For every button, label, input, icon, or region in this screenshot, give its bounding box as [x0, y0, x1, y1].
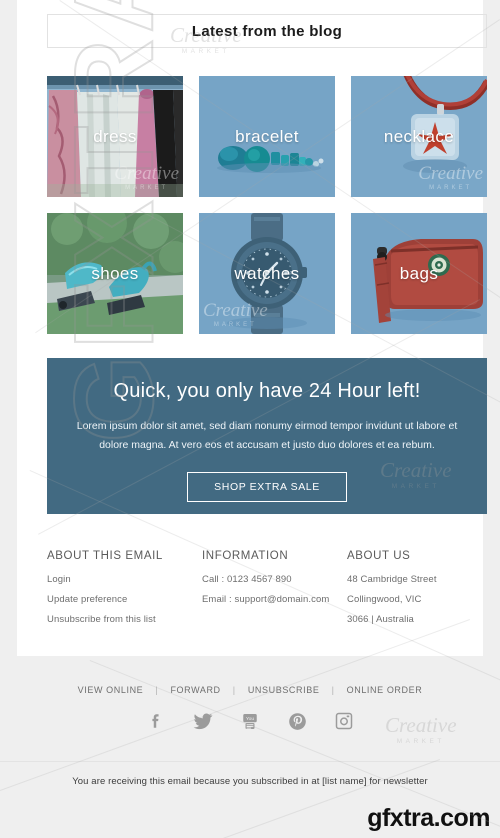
email-newsletter-screenshot: Latest from the blog Creative MARKET dre…: [0, 0, 500, 838]
category-tile-watches[interactable]: Creative MARKET watches: [199, 213, 335, 334]
footer-columns: ABOUT THIS EMAIL Login Update preference…: [47, 550, 487, 634]
page-title: Latest from the blog: [191, 22, 343, 40]
pinterest-icon[interactable]: [287, 711, 307, 731]
footer-column-title: INFORMATION: [202, 550, 289, 562]
promo-body-text: Lorem ipsum dolor sit amet, sed diam non…: [76, 420, 458, 452]
bottom-notice-bar: You are receiving this email because you…: [0, 761, 500, 838]
social-icons: You: [17, 711, 483, 731]
twitter-icon[interactable]: [193, 711, 213, 731]
footer-phone: Call : 0123 4567 890: [202, 574, 292, 585]
footer-address-line-3: 3066 | Australia: [347, 614, 414, 625]
gfxtra-logo: gfxtra.com: [367, 804, 490, 832]
svg-text:You: You: [246, 716, 254, 722]
footer-column-title: ABOUT THIS EMAIL: [47, 550, 163, 562]
footer-column-information: INFORMATION Call : 0123 4567 890 Email :…: [202, 550, 347, 634]
footer-link-login[interactable]: Login: [47, 574, 202, 585]
shop-extra-sale-button[interactable]: SHOP EXTRA SALE: [187, 471, 347, 502]
category-tile-bags[interactable]: bags: [351, 213, 487, 334]
promo-heading: Quick, you only have 24 Hour left!: [113, 380, 421, 402]
category-label: bracelet: [235, 126, 299, 146]
category-label: bags: [399, 263, 439, 283]
footer-address-line-2: Collingwood, VIC: [347, 594, 422, 605]
facebook-icon[interactable]: [146, 711, 166, 731]
sub-footer-links: VIEW ONLINE | FORWARD | UNSUBSCRIBE | ON…: [17, 656, 483, 695]
footer-column-about-us: ABOUT US 48 Cambridge Street Collingwood…: [347, 550, 487, 634]
link-separator: |: [331, 685, 335, 695]
link-separator: |: [155, 685, 159, 695]
category-tile-necklace[interactable]: Creative MARKET necklace: [351, 76, 487, 197]
sub-footer: VIEW ONLINE | FORWARD | UNSUBSCRIBE | ON…: [17, 656, 483, 761]
blog-header-box: Latest from the blog: [47, 14, 487, 48]
category-tile-bracelet[interactable]: bracelet: [199, 76, 335, 197]
footer-column-about-this-email: ABOUT THIS EMAIL Login Update preference…: [47, 550, 202, 634]
instagram-icon[interactable]: [334, 711, 354, 731]
category-grid: Creative MARKET dress bracelet Creative …: [47, 76, 487, 334]
category-label: necklace: [383, 126, 455, 146]
footer-link-update-preference[interactable]: Update preference: [47, 594, 202, 605]
promo-banner: Quick, you only have 24 Hour left! Lorem…: [47, 358, 487, 514]
category-tile-shoes[interactable]: shoes: [47, 213, 183, 334]
subscription-notice: You are receiving this email because you…: [72, 776, 428, 787]
category-label: shoes: [91, 263, 139, 283]
footer-email: Email : support@domain.com: [202, 594, 330, 605]
category-tile-dress[interactable]: Creative MARKET dress: [47, 76, 183, 197]
email-body-panel: Latest from the blog Creative MARKET dre…: [17, 0, 487, 656]
footer-address-line-1: 48 Cambridge Street: [347, 574, 437, 585]
sub-footer-link-unsubscribe[interactable]: UNSUBSCRIBE: [248, 685, 320, 695]
sub-footer-link-view-online[interactable]: VIEW ONLINE: [78, 685, 144, 695]
link-separator: |: [232, 685, 236, 695]
category-label: watches: [234, 263, 300, 283]
footer-link-unsubscribe[interactable]: Unsubscribe from this list: [47, 614, 202, 625]
youtube-icon[interactable]: You: [240, 711, 260, 731]
footer-column-title: ABOUT US: [347, 550, 411, 562]
category-label: dress: [93, 126, 137, 146]
sub-footer-link-forward[interactable]: FORWARD: [170, 685, 220, 695]
sub-footer-link-online-order[interactable]: ONLINE ORDER: [347, 685, 423, 695]
